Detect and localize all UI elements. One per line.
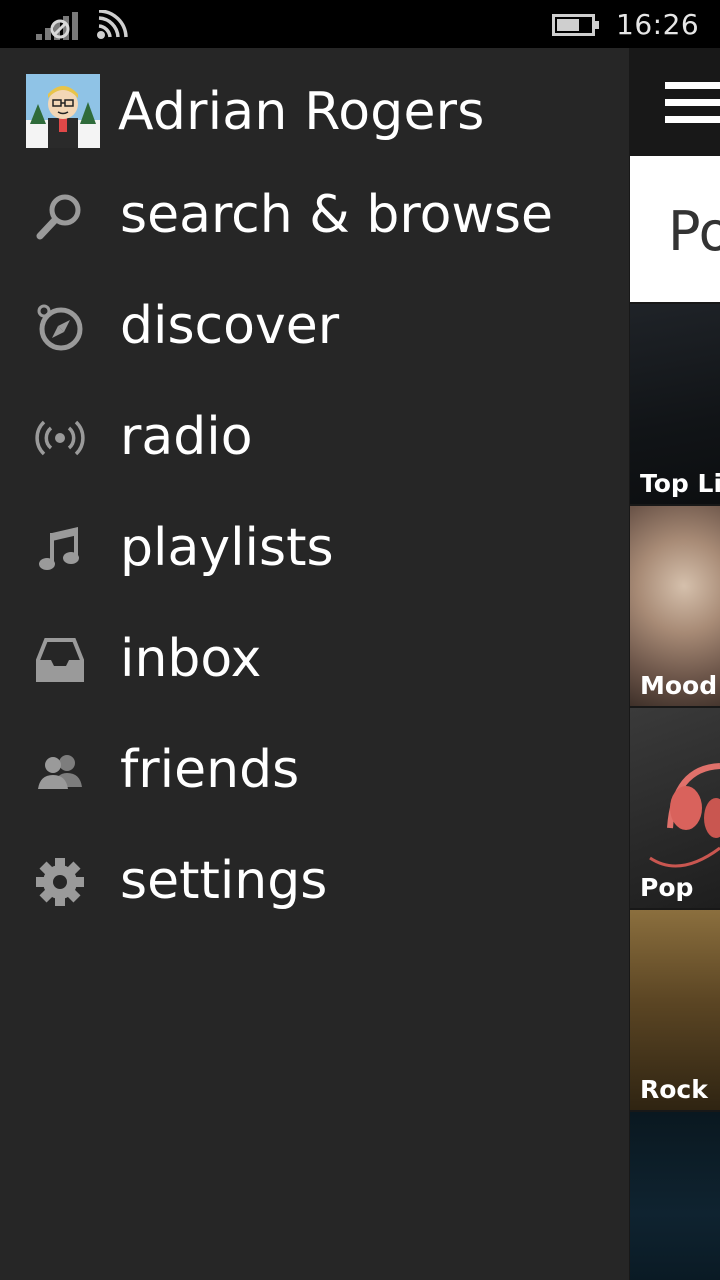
tile-label: Rock — [640, 1075, 708, 1104]
tile-label: Pop — [640, 873, 694, 902]
menu-item-label: discover — [120, 295, 340, 356]
avatar[interactable] — [26, 74, 100, 148]
drawer-menu: search & browse discover radio playlists… — [0, 160, 628, 937]
menu-item-label: playlists — [120, 517, 334, 578]
navigation-drawer: Adrian Rogers search & browse discover r… — [0, 48, 628, 1280]
menu-item-friends[interactable]: friends — [0, 715, 628, 826]
compass-icon — [34, 301, 86, 353]
content-header-title: Po — [668, 200, 720, 263]
menu-item-search-browse[interactable]: search & browse — [0, 160, 628, 271]
genre-tile-rock[interactable]: Rock — [630, 910, 720, 1110]
menu-item-discover[interactable]: discover — [0, 271, 628, 382]
inbox-icon — [34, 634, 86, 686]
tile-label: Top Lists — [640, 469, 720, 498]
gear-icon — [34, 856, 86, 908]
radio-icon — [34, 412, 86, 464]
menu-item-settings[interactable]: settings — [0, 826, 628, 937]
profile-name[interactable]: Adrian Rogers — [118, 82, 485, 142]
menu-item-label: search & browse — [120, 184, 554, 245]
menu-item-label: radio — [120, 406, 253, 467]
genre-tile-more[interactable] — [630, 1112, 720, 1280]
genre-tile-pop[interactable]: Pop — [630, 708, 720, 908]
search-icon — [34, 190, 86, 242]
menu-item-label: friends — [120, 739, 300, 800]
menu-item-radio[interactable]: radio — [0, 382, 628, 493]
genre-tile-top-lists[interactable]: Top Lists — [630, 304, 720, 504]
avatar-image — [26, 74, 100, 148]
friends-icon — [34, 745, 86, 797]
status-bar: 16:26 — [0, 0, 720, 48]
main-content-peek: Po Top Lists Mood Pop Rock — [629, 48, 720, 1280]
signal-icon — [36, 12, 78, 40]
menu-item-label: settings — [120, 850, 328, 911]
battery-icon — [552, 14, 599, 36]
music-note-icon — [34, 523, 86, 575]
hamburger-menu-icon[interactable] — [665, 82, 720, 126]
profile-header[interactable]: Adrian Rogers — [26, 74, 606, 148]
menu-item-playlists[interactable]: playlists — [0, 493, 628, 604]
menu-item-inbox[interactable]: inbox — [0, 604, 628, 715]
menu-item-label: inbox — [120, 628, 262, 689]
clock-time: 16:26 — [616, 8, 700, 41]
wifi-icon — [97, 10, 128, 39]
genre-tile-mood[interactable]: Mood — [630, 506, 720, 706]
tile-label: Mood — [640, 671, 718, 700]
content-header: Po — [630, 156, 720, 302]
